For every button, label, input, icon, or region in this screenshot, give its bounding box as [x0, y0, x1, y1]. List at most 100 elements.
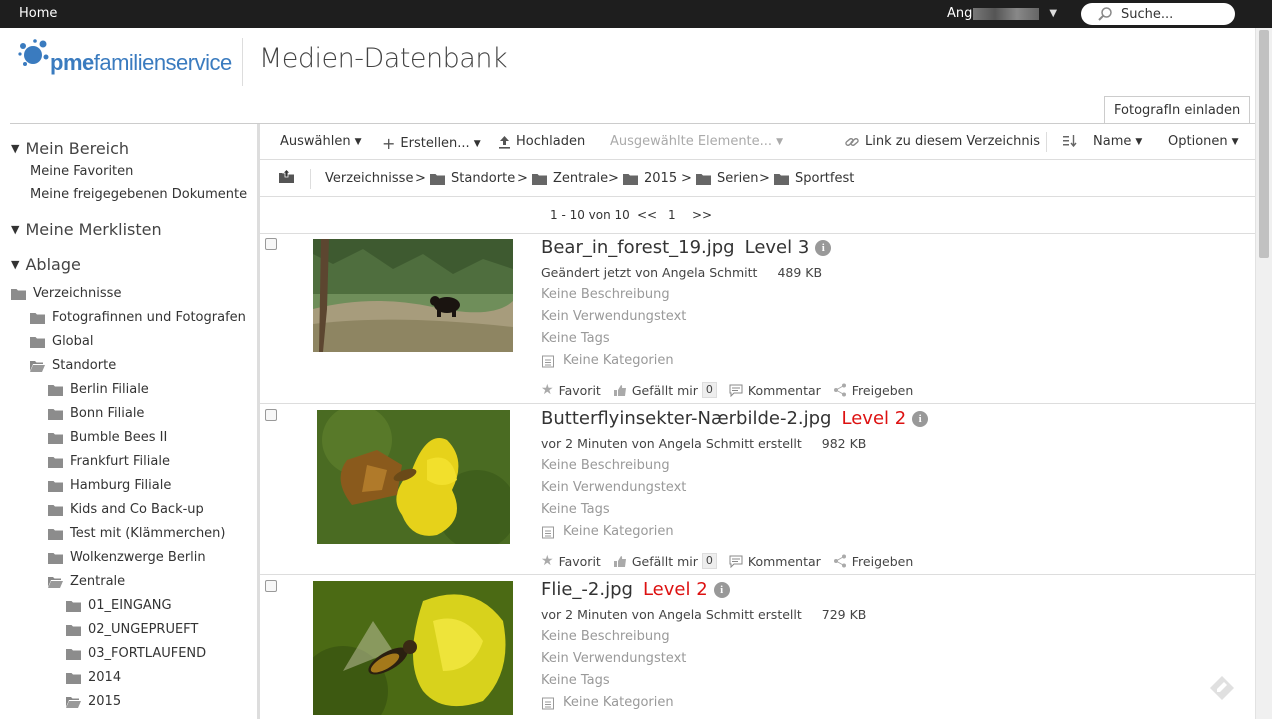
folder-up-button[interactable] [278, 169, 301, 184]
sort-order-button[interactable] [1062, 134, 1078, 148]
info-icon[interactable]: i [713, 581, 730, 598]
sidebar-folder-item[interactable]: Wolkenzwerge Berlin [48, 550, 206, 565]
item-filename[interactable]: Bear_in_forest_19.jpg [541, 237, 735, 258]
sidebar-folder-item[interactable]: Fotografinnen und Fotografen [30, 310, 246, 325]
sidebar-folder-item[interactable]: 02_UNGEPRUEFT [66, 622, 198, 637]
item-tags[interactable]: Keine Tags [541, 331, 610, 346]
sidebar-folder-item[interactable]: Bonn Filiale [48, 406, 144, 421]
item-usage-text[interactable]: Kein Verwendungstext [541, 480, 686, 495]
sidebar-folder-item[interactable]: Verzeichnisse [11, 286, 121, 301]
item-description[interactable]: Keine Beschreibung [541, 458, 670, 473]
item-checkbox[interactable] [265, 238, 277, 250]
item-size: 729 KB [821, 607, 867, 622]
favorite-button[interactable]: ★ Favorit [541, 382, 601, 398]
thumbnail-fly[interactable] [313, 581, 513, 715]
sidebar-folder-item[interactable]: Berlin Filiale [48, 382, 149, 397]
scrollbar-thumb[interactable] [1259, 30, 1269, 258]
sidebar-folder-item[interactable]: Global [30, 334, 93, 349]
breadcrumb-separator: > [681, 171, 692, 186]
info-icon[interactable]: i [912, 410, 929, 427]
like-button[interactable]: Gefällt mir 0 [613, 382, 717, 398]
thumbnail-butterfly[interactable] [317, 410, 510, 544]
sidebar-folder-item[interactable]: Standorte [30, 358, 116, 373]
select-dropdown[interactable]: Auswählen ▼ [280, 134, 362, 149]
pagination-next[interactable]: >> [692, 208, 712, 222]
folder-label: Berlin Filiale [70, 382, 149, 397]
upload-icon [499, 135, 510, 149]
document-icon [542, 526, 554, 538]
pagination-prev[interactable]: << [637, 208, 657, 222]
breadcrumb-item[interactable]: Sportfest [774, 171, 854, 186]
sort-by-name-dropdown[interactable]: Name ▼ [1093, 134, 1142, 149]
comment-icon [729, 384, 743, 397]
sidebar-folder-item[interactable]: Hamburg Filiale [48, 478, 171, 493]
share-button[interactable]: Freigeben [833, 383, 913, 398]
upload-button[interactable]: Hochladen [498, 134, 585, 149]
sidebar-folder-item[interactable]: 2015 [66, 694, 121, 709]
breadcrumb-item[interactable]: 2015 [623, 171, 677, 186]
page-scrollbar[interactable] [1255, 28, 1272, 719]
sidebar-folder-item[interactable]: 03_FORTLAUFEND [66, 646, 206, 661]
folder-label: Wolkenzwerge Berlin [70, 550, 206, 565]
folder-icon [66, 600, 81, 612]
user-menu[interactable]: Ang ▼ [947, 6, 1057, 21]
item-usage-text[interactable]: Kein Verwendungstext [541, 651, 686, 666]
folder-label: Bonn Filiale [70, 406, 145, 421]
like-count: 0 [701, 382, 717, 398]
sidebar-folder-item[interactable]: Frankfurt Filiale [48, 454, 170, 469]
sidebar-folder-item[interactable]: Zentrale [48, 574, 125, 589]
item-description[interactable]: Keine Beschreibung [541, 287, 670, 302]
sidebar-link-shared-documents[interactable]: Meine freigegebenen Dokumente [30, 187, 247, 202]
home-link[interactable]: Home [19, 6, 57, 21]
favorite-button[interactable]: ★ Favorit [541, 553, 601, 569]
breadcrumb-item[interactable]: Standorte [430, 171, 515, 186]
sidebar-folder-item[interactable]: 01_EINGANG [66, 598, 172, 613]
create-dropdown[interactable]: + Erstellen... ▼ [382, 134, 481, 153]
pme-logo[interactable]: pmefamilienservice [17, 38, 232, 78]
sidebar-folder-item[interactable]: Bumble Bees II [48, 430, 167, 445]
comment-button[interactable]: Kommentar [729, 383, 821, 398]
item-categories[interactable]: Keine Kategorien [541, 524, 674, 539]
section-watchlists[interactable]: ▼ Meine Merklisten [11, 220, 162, 239]
item-categories[interactable]: Keine Kategorien [541, 695, 674, 710]
section-my-area[interactable]: ▼ Mein Bereich [11, 139, 129, 158]
sidebar-folder-item[interactable]: 2014 [66, 670, 121, 685]
sidebar-folder-item[interactable]: Test mit (Klämmerchen) [48, 526, 226, 541]
section-storage[interactable]: ▼ Ablage [11, 255, 81, 274]
search-box[interactable] [1081, 3, 1235, 25]
link-to-directory-button[interactable]: Link zu diesem Verzeichnis [844, 134, 1040, 149]
item-tags[interactable]: Keine Tags [541, 673, 610, 688]
item-meta: vor 2 Minuten von Angela Schmitt erstell… [541, 607, 867, 622]
comment-button[interactable]: Kommentar [729, 554, 821, 569]
item-description[interactable]: Keine Beschreibung [541, 629, 670, 644]
folder-icon [48, 528, 63, 540]
item-checkbox[interactable] [265, 409, 277, 421]
breadcrumb-item[interactable]: Serien [696, 171, 758, 186]
item-usage-text[interactable]: Kein Verwendungstext [541, 309, 686, 324]
item-filename[interactable]: Flie_-2.jpg [541, 579, 633, 600]
item-checkbox[interactable] [265, 580, 277, 592]
sidebar-folder-item[interactable]: Kids and Co Back-up [48, 502, 204, 517]
item-title: Flie_-2.jpg Level 2 i [541, 579, 730, 600]
feedback-icon[interactable] [1208, 674, 1236, 702]
info-icon[interactable]: i [815, 239, 832, 256]
options-dropdown[interactable]: Optionen ▼ [1168, 134, 1239, 149]
pagination-page-1[interactable]: 1 [668, 208, 676, 222]
invite-photographer-button[interactable]: FotografIn einladen [1104, 96, 1251, 124]
item-size: 489 KB [777, 265, 823, 280]
item-filename[interactable]: Butterflyinsekter-Nærbilde-2.jpg [541, 408, 832, 429]
breadcrumb-root[interactable]: Verzeichnisse [325, 171, 413, 186]
sidebar-link-favorites[interactable]: Meine Favoriten [30, 164, 133, 179]
share-button[interactable]: Freigeben [833, 554, 913, 569]
toolbar: Auswählen ▼ + Erstellen... ▼ Hochladen Aus… [260, 124, 1255, 160]
thumbnail-bear-in-forest[interactable] [313, 239, 513, 352]
item-categories[interactable]: Keine Kategorien [541, 353, 674, 368]
like-button[interactable]: Gefällt mir 0 [613, 553, 717, 569]
folder-label: Hamburg Filiale [70, 478, 172, 493]
item-tags[interactable]: Keine Tags [541, 502, 610, 517]
folder-icon [66, 672, 81, 684]
search-input[interactable] [1121, 6, 1231, 22]
breadcrumb-item[interactable]: Zentrale [532, 171, 608, 186]
selected-elements-dropdown[interactable]: Ausgewählte Elemente... ▼ [610, 134, 783, 149]
folder-icon [774, 173, 789, 185]
